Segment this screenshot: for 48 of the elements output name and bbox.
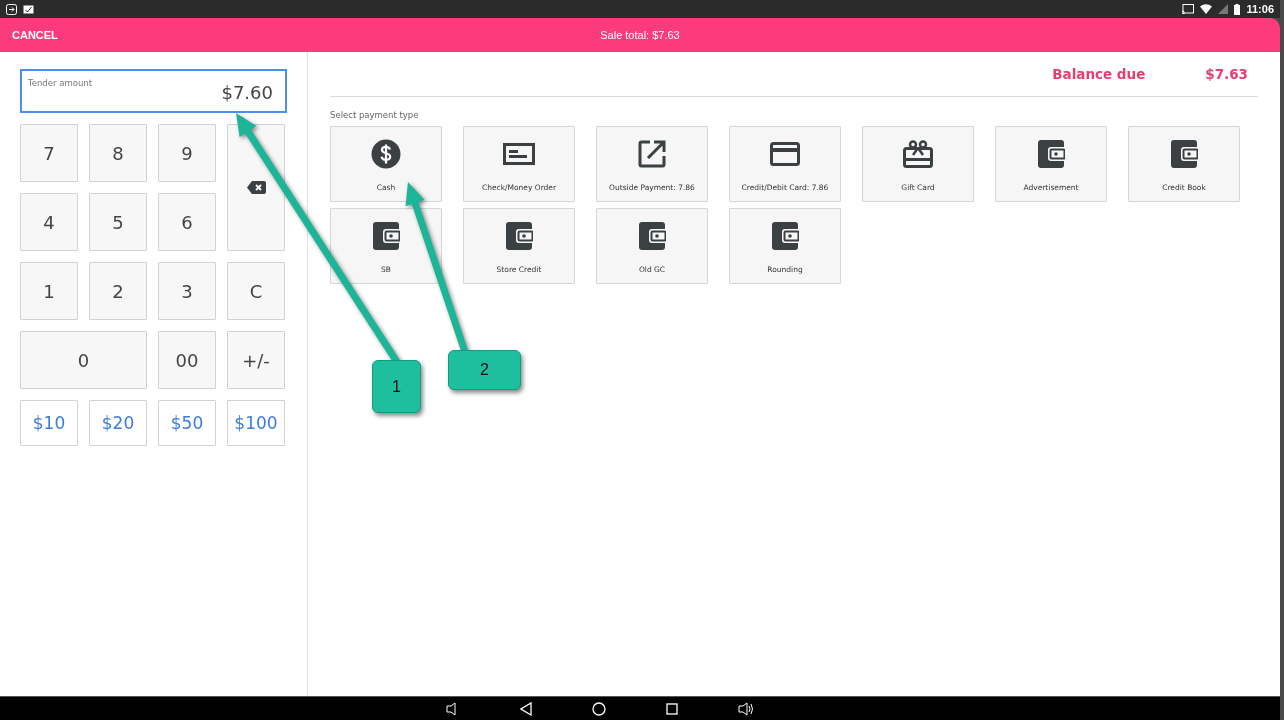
callout-label: 2 (448, 350, 521, 390)
clock-time: 11:06 (1246, 3, 1274, 15)
volume-up-icon[interactable] (738, 701, 754, 716)
signal-icon (1218, 4, 1229, 14)
notification-icon (23, 3, 34, 15)
quick-amount-button[interactable]: $100 (227, 400, 285, 446)
gift-card-icon (903, 140, 933, 168)
keypad-key[interactable]: 4 (20, 193, 78, 251)
callout-label: 1 (372, 360, 421, 413)
keypad-key[interactable]: 6 (158, 193, 216, 251)
home-icon[interactable] (592, 701, 606, 716)
quick-amount-button[interactable]: $50 (158, 400, 216, 446)
quick-amount-button[interactable]: $10 (20, 400, 78, 446)
keypad-key[interactable]: 7 (20, 124, 78, 182)
back-icon[interactable] (520, 701, 532, 716)
backspace-icon (246, 181, 266, 194)
keypad-key[interactable]: 1 (20, 262, 78, 320)
cast-icon (1182, 4, 1195, 14)
check-icon (503, 143, 535, 165)
sale-total: Sale total: $7.63 (600, 29, 680, 41)
recent-apps-icon[interactable] (666, 702, 678, 715)
wallet-icon (505, 222, 533, 250)
wallet-icon (771, 222, 799, 250)
keypad-key[interactable]: 2 (89, 262, 147, 320)
dollar-icon (371, 139, 401, 169)
quick-amount-button[interactable]: $20 (89, 400, 147, 446)
keypad-key[interactable]: +/- (227, 331, 285, 389)
wallet-icon (1170, 140, 1198, 168)
wallet-icon (372, 222, 400, 250)
keypad-key[interactable]: 5 (89, 193, 147, 251)
keypad-key[interactable]: 8 (89, 124, 147, 182)
credit-card-icon (770, 142, 800, 166)
balance-due-label: Balance due (1052, 66, 1146, 82)
keypad-key[interactable]: 0 (20, 331, 147, 389)
keypad-key[interactable]: 3 (158, 262, 216, 320)
wallet-icon (638, 222, 666, 250)
balance-due-amount: $7.63 (1205, 66, 1248, 82)
tender-amount-field[interactable]: Tender amount $7.60 (20, 69, 287, 113)
wallet-icon (1037, 140, 1065, 168)
battery-icon (1234, 3, 1241, 15)
app-icon (6, 3, 17, 15)
wifi-icon (1200, 4, 1213, 14)
external-link-icon (638, 140, 666, 168)
keypad-key[interactable]: 00 (158, 331, 216, 389)
keypad-key[interactable]: C (227, 262, 285, 320)
payment-type-label: Select payment type (330, 110, 419, 120)
backspace-button[interactable] (227, 124, 285, 251)
keypad-key[interactable]: 9 (158, 124, 216, 182)
